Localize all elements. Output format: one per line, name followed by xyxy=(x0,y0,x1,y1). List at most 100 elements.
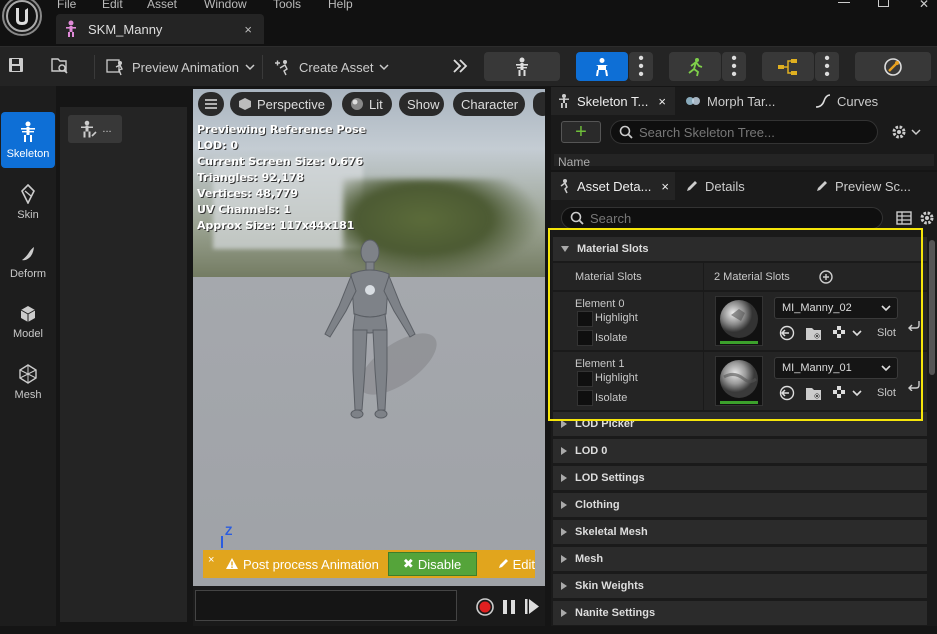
menu-file[interactable]: File xyxy=(57,0,76,11)
expand-toolbar-icon[interactable] xyxy=(451,57,469,75)
collapse-arrow-icon xyxy=(561,501,567,509)
disable-button[interactable]: ✖ Disable xyxy=(387,552,477,576)
menu-asset[interactable]: Asset xyxy=(147,0,177,11)
skeleton-tree-panel: Skeleton T... × Morph Tar... Curves + Se… xyxy=(551,87,937,170)
character-mesh[interactable] xyxy=(293,234,453,444)
skeleton-mode-button[interactable] xyxy=(484,52,560,81)
tab-label: Skeleton T... xyxy=(577,93,649,109)
close-tab-icon[interactable]: × xyxy=(661,179,669,194)
category-label: LOD Settings xyxy=(575,472,645,484)
unreal-logo-icon[interactable] xyxy=(2,0,42,36)
hamburger-icon xyxy=(204,98,218,110)
category-clothing[interactable]: Clothing xyxy=(553,493,927,518)
document-tab[interactable]: SKM_Manny × xyxy=(56,14,264,44)
category-label: Mesh xyxy=(575,553,604,565)
perspective-button[interactable]: Perspective xyxy=(230,92,332,116)
physics-mode-button[interactable] xyxy=(855,52,931,81)
category-nanite-settings[interactable]: Nanite Settings xyxy=(553,601,927,626)
step-forward-icon[interactable] xyxy=(524,598,540,615)
search-placeholder: Search Skeleton Tree... xyxy=(639,124,775,140)
stats-line: Previewing Reference Pose xyxy=(197,123,367,136)
mesh-figure-icon xyxy=(592,57,612,77)
pencil-icon xyxy=(497,558,509,570)
title-bar: File Edit Asset Window Tools Help ✕ SKM_… xyxy=(0,0,937,46)
details-scrollbar[interactable] xyxy=(929,240,935,375)
mesh-mode-button[interactable] xyxy=(576,52,628,81)
physics-icon xyxy=(882,56,904,78)
skeleton-edit-icon xyxy=(78,120,98,138)
curves-icon xyxy=(815,94,831,108)
viewport-menu-button[interactable] xyxy=(198,92,224,116)
close-window-icon[interactable]: ✕ xyxy=(919,0,935,11)
more-viewport-button[interactable] xyxy=(533,92,545,116)
skeleton-search-input[interactable]: Search Skeleton Tree... xyxy=(610,120,878,144)
add-bone-button[interactable]: + xyxy=(561,121,601,143)
show-button[interactable]: Show xyxy=(399,92,444,116)
category-mesh[interactable]: Mesh xyxy=(553,547,927,572)
rail-item-label: Model xyxy=(13,327,43,340)
close-tab-icon[interactable]: × xyxy=(244,22,252,37)
chevron-down-icon xyxy=(911,128,921,136)
tab-morph-target[interactable]: Morph Tar... xyxy=(679,87,803,115)
rail-item-deform[interactable]: Deform xyxy=(0,234,56,290)
category-skin-weights[interactable]: Skin Weights xyxy=(553,574,927,599)
category-lod-settings[interactable]: LOD Settings xyxy=(553,466,927,491)
rail-item-skeleton[interactable]: Skeleton xyxy=(1,112,55,168)
category-label: Skin Weights xyxy=(575,580,644,592)
pause-icon[interactable] xyxy=(502,599,516,615)
tab-curves[interactable]: Curves xyxy=(809,87,929,115)
more-options-icon: • • • xyxy=(638,49,644,83)
more-options-icon: • • • xyxy=(824,49,830,83)
tab-preview-scene[interactable]: Preview Sc... xyxy=(809,172,933,200)
tab-asset-details[interactable]: Asset Deta... × xyxy=(551,172,675,200)
menu-window[interactable]: Window xyxy=(204,0,247,11)
maximize-icon[interactable] xyxy=(878,0,889,7)
collapse-arrow-icon xyxy=(561,528,567,536)
character-button[interactable]: Character xyxy=(453,92,525,116)
menu-edit[interactable]: Edit xyxy=(102,0,123,11)
edit-button[interactable]: Edit xyxy=(497,557,535,572)
details-search-input[interactable]: Search xyxy=(561,207,883,229)
tab-details[interactable]: Details xyxy=(679,172,803,200)
close-tab-icon[interactable]: × xyxy=(658,94,666,109)
lit-button[interactable]: Lit xyxy=(342,92,392,116)
tool-button-label: ... xyxy=(102,123,112,135)
main-toolbar: Preview Animation Create Asset • • • • • • •… xyxy=(0,46,937,86)
rail-item-skin[interactable]: Skin xyxy=(0,174,56,230)
mesh-mode-options-button[interactable]: • • • xyxy=(629,49,653,83)
rail-item-model[interactable]: Model xyxy=(0,294,56,350)
tab-label: Asset Deta... xyxy=(577,178,652,194)
minimize-icon[interactable] xyxy=(838,0,850,3)
tab-skeleton-tree[interactable]: Skeleton T... × xyxy=(551,87,675,115)
blueprint-mode-options-button[interactable]: • • • xyxy=(815,49,839,83)
lit-sphere-icon xyxy=(350,97,364,111)
dismiss-warning-icon[interactable]: × xyxy=(208,554,214,566)
playback-bar xyxy=(193,586,545,626)
animation-mode-options-button[interactable]: • • • xyxy=(722,50,746,82)
timeline-scrubber[interactable] xyxy=(195,590,457,621)
blueprint-mode-button[interactable] xyxy=(762,52,814,81)
cube-icon xyxy=(238,97,252,111)
gear-icon[interactable] xyxy=(919,210,935,226)
viewport[interactable]: Perspective Lit Show Character Previewin… xyxy=(193,89,545,586)
create-asset-button[interactable]: Create Asset xyxy=(273,53,389,81)
stats-line: Triangles: 92,178 xyxy=(197,171,305,184)
menu-help[interactable]: Help xyxy=(328,0,353,11)
animation-mode-button[interactable] xyxy=(669,52,721,81)
collapse-arrow-icon xyxy=(561,447,567,455)
rail-item-mesh[interactable]: Mesh xyxy=(0,354,56,410)
browse-asset-icon[interactable] xyxy=(50,56,70,76)
save-icon[interactable] xyxy=(8,57,24,73)
category-label: LOD 0 xyxy=(575,445,608,457)
record-icon[interactable] xyxy=(475,597,495,617)
skeleton-tool-button[interactable]: ... xyxy=(68,115,122,143)
table-view-icon[interactable] xyxy=(896,211,912,225)
menu-tools[interactable]: Tools xyxy=(273,0,301,11)
category-lod-0[interactable]: LOD 0 xyxy=(553,439,927,464)
column-header: Name xyxy=(554,154,934,166)
search-icon xyxy=(619,125,633,139)
preview-animation-button[interactable]: Preview Animation xyxy=(106,53,255,81)
category-skeletal-mesh[interactable]: Skeletal Mesh xyxy=(553,520,927,545)
skeleton-settings-button[interactable] xyxy=(891,124,921,140)
stats-line: Vertices: 48,779 xyxy=(197,187,299,200)
